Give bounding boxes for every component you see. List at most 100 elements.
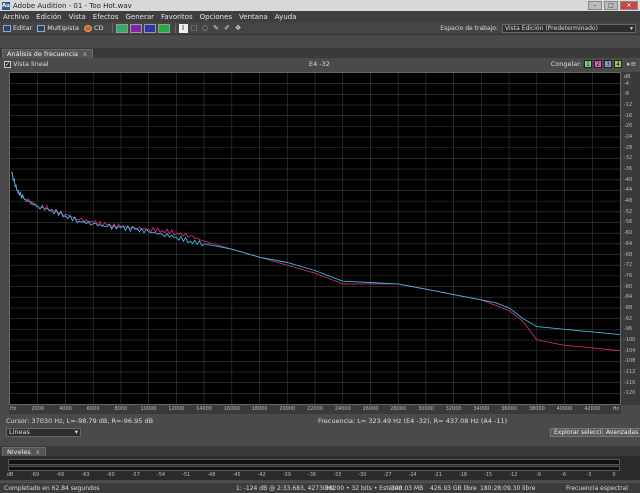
workspace-label: Espacio de trabajo: bbox=[440, 25, 498, 32]
time-selection-tool-icon[interactable]: I bbox=[178, 23, 188, 33]
y-tick-label: -20 bbox=[624, 123, 633, 130]
menu-archivo[interactable]: Archivo bbox=[3, 13, 29, 21]
linear-view-checkbox[interactable]: ✓ bbox=[4, 61, 11, 68]
phase-view-icon[interactable] bbox=[157, 23, 170, 33]
waveform-view-icon[interactable] bbox=[115, 23, 128, 33]
lasso-tool-icon[interactable]: ◌ bbox=[201, 24, 210, 33]
multipista-button[interactable]: Multipista bbox=[37, 24, 79, 32]
time-free: 180:28:09.30 libre bbox=[480, 485, 536, 492]
level-scale-label: -12 bbox=[509, 472, 518, 478]
disk-free: 426.93 GB libre bbox=[430, 485, 477, 492]
brush-tool-icon[interactable]: ✎ bbox=[212, 24, 221, 33]
menu-ventana[interactable]: Ventana bbox=[239, 13, 268, 21]
editar-button[interactable]: Editar bbox=[3, 24, 32, 32]
level-meter-right-channel bbox=[8, 466, 620, 471]
pan-view-icon[interactable] bbox=[143, 23, 156, 33]
level-scale-label: -33 bbox=[333, 472, 342, 478]
tab-niveles[interactable]: Niveles x bbox=[2, 447, 46, 456]
spectral-view-icon[interactable] bbox=[129, 23, 142, 33]
panel-menu-icon[interactable]: ▸≡ bbox=[627, 60, 636, 68]
cd-button[interactable]: CD bbox=[84, 24, 104, 32]
close-window-button[interactable]: ✕ bbox=[620, 1, 638, 10]
healing-tool-icon[interactable]: ✐ bbox=[223, 24, 232, 33]
window-controls: – □ ✕ bbox=[588, 1, 638, 10]
analysis-options-bar: ✓ Vista lineal E4 -32 Congelar: 1 2 3 4 … bbox=[0, 58, 640, 70]
y-tick-label: -80 bbox=[624, 283, 633, 290]
close-tab-icon[interactable]: x bbox=[83, 50, 87, 58]
x-axis-unit-label-left: Hz bbox=[10, 406, 17, 412]
maximize-button[interactable]: □ bbox=[604, 1, 618, 10]
freeze-button-3[interactable]: 3 bbox=[604, 60, 612, 68]
levels-tab-bar: Niveles x bbox=[0, 446, 640, 456]
y-tick-label: -48 bbox=[624, 198, 633, 205]
y-tick-label: -112 bbox=[624, 368, 636, 375]
db-axis: dB -4 -8 -12 -16 -20 -24 -28 -32 -36 -40 -44 -48 -52… bbox=[621, 72, 640, 405]
freeze-button-4[interactable]: 4 bbox=[614, 60, 622, 68]
menu-ayuda[interactable]: Ayuda bbox=[275, 13, 297, 21]
menu-vista[interactable]: Vista bbox=[69, 13, 86, 21]
level-scale-label: -42 bbox=[257, 472, 266, 478]
y-tick-label: -68 bbox=[624, 251, 633, 258]
level-scale-label: -63 bbox=[81, 472, 90, 478]
x-tick-label: 26000 bbox=[362, 406, 379, 412]
close-levels-icon[interactable]: x bbox=[36, 448, 40, 456]
workspace-dropdown[interactable]: Vista Edición (Predeterminado) bbox=[502, 24, 636, 33]
tab-label: Análisis de frecuencia bbox=[7, 50, 78, 58]
scrub-tool-icon[interactable]: ✥ bbox=[234, 24, 243, 33]
level-scale-label: -51 bbox=[182, 472, 191, 478]
x-axis-unit-label-right: Hz bbox=[612, 406, 619, 412]
freeze-button-1[interactable]: 1 bbox=[584, 60, 592, 68]
multitrack-icon bbox=[37, 24, 46, 32]
x-tick-label: 20000 bbox=[279, 406, 296, 412]
level-scale-label: -6 bbox=[561, 472, 567, 478]
menu-efectos[interactable]: Efectos bbox=[93, 13, 119, 21]
level-scale-label: -30 bbox=[358, 472, 367, 478]
menu-edicion[interactable]: Edición bbox=[36, 13, 61, 21]
menu-favoritos[interactable]: Favoritos bbox=[161, 13, 193, 21]
y-axis-unit-label: dB bbox=[624, 74, 631, 80]
menu-opciones[interactable]: Opciones bbox=[200, 13, 232, 21]
analysis-controls-row: Líneas Explorar selección Avanzadas bbox=[0, 427, 640, 438]
minimize-button[interactable]: – bbox=[588, 1, 602, 10]
menu-bar: Archivo Edición Vista Efectos Generar Fa… bbox=[0, 11, 640, 22]
y-tick-label: -12 bbox=[624, 102, 633, 109]
level-scale-label: -15 bbox=[484, 472, 493, 478]
y-tick-label: -32 bbox=[624, 155, 633, 162]
freeze-button-2[interactable]: 2 bbox=[594, 60, 602, 68]
editar-label: Editar bbox=[13, 24, 33, 32]
frequency-analysis-plot[interactable] bbox=[9, 72, 621, 405]
multipista-label: Multipista bbox=[47, 24, 79, 32]
frequency-chart-svg bbox=[10, 73, 621, 404]
y-tick-label: -40 bbox=[624, 176, 633, 183]
cd-icon bbox=[84, 24, 92, 32]
level-scale-label: -69 bbox=[31, 472, 40, 478]
y-tick-label: -120 bbox=[624, 390, 636, 397]
spectrum-series-right bbox=[11, 171, 621, 336]
menu-generar[interactable]: Generar bbox=[125, 13, 154, 21]
x-tick-label: 30000 bbox=[417, 406, 434, 412]
view-mode: Frecuencia espectral bbox=[566, 485, 628, 492]
y-tick-label: -44 bbox=[624, 187, 633, 194]
y-tick-label: -16 bbox=[624, 112, 633, 119]
x-tick-label: 22000 bbox=[307, 406, 323, 412]
tab-analisis-frecuencia[interactable]: Análisis de frecuencia x bbox=[2, 49, 93, 58]
level-scale-label: -57 bbox=[131, 472, 140, 478]
y-tick-label: -56 bbox=[624, 219, 633, 226]
y-tick-label: -100 bbox=[624, 336, 636, 343]
frequency-readout: Frecuencia: L= 323.49 Hz (E4 -32), R= 43… bbox=[318, 417, 508, 425]
cursor-note-readout: E4 -32 bbox=[309, 60, 330, 68]
y-tick-label: -64 bbox=[624, 240, 633, 247]
advanced-button[interactable]: Avanzadas bbox=[602, 428, 640, 437]
level-meter-left-channel bbox=[8, 459, 620, 465]
freeze-controls: Congelar: 1 2 3 4 bbox=[551, 60, 622, 68]
status-bar: Completado en 62.84 segundos 1: -124 dB … bbox=[0, 482, 640, 493]
scale-type-dropdown[interactable]: Líneas bbox=[6, 428, 81, 437]
level-scale-label: -24 bbox=[408, 472, 417, 478]
y-tick-label: -28 bbox=[624, 144, 633, 151]
y-tick-label: -60 bbox=[624, 230, 633, 237]
marquee-tool-icon[interactable]: ⬚ bbox=[190, 24, 199, 33]
level-scale-label: dB bbox=[6, 472, 14, 478]
level-scale-label: -21 bbox=[433, 472, 442, 478]
waveform-edit-icon bbox=[3, 24, 11, 32]
level-scale-label: -18 bbox=[458, 472, 468, 478]
